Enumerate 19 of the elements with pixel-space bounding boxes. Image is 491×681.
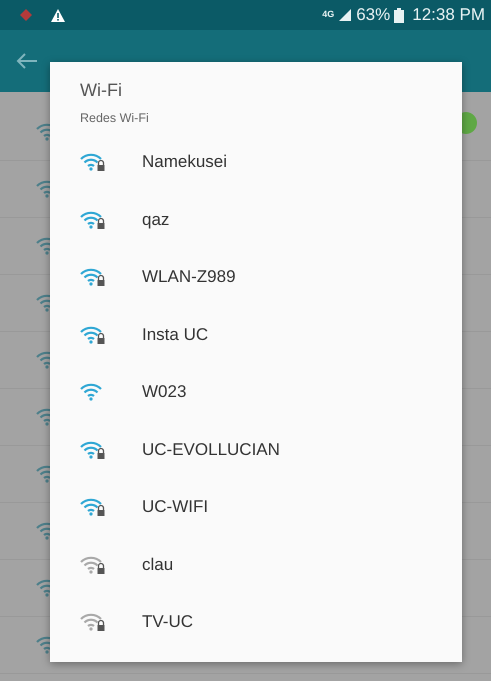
network-item[interactable]: qaz <box>80 190 462 248</box>
notification-icon <box>18 7 34 23</box>
network-item[interactable]: TV-UC <box>80 593 462 651</box>
network-item[interactable]: WLAN-Z989 <box>80 248 462 306</box>
network-item[interactable]: Insta UC <box>80 306 462 364</box>
battery-icon <box>394 8 404 22</box>
back-arrow-icon[interactable] <box>16 52 38 70</box>
network-item[interactable]: UC-EVOLLUCIAN <box>80 420 462 478</box>
network-type-text: 4G <box>322 8 334 22</box>
battery-percent: 63% <box>356 4 390 26</box>
network-item[interactable]: UC-WIFI <box>80 478 462 536</box>
network-item[interactable]: W023 <box>80 363 462 421</box>
network-item[interactable]: Namekusei <box>80 133 462 191</box>
dialog-title: Wi-Fi <box>80 80 123 102</box>
clock-time: 12:38 PM <box>412 4 485 26</box>
warning-icon <box>50 8 66 22</box>
signal-icon <box>338 8 352 22</box>
section-label: Redes Wi-Fi <box>80 110 150 127</box>
network-item[interactable]: clau <box>80 536 462 594</box>
